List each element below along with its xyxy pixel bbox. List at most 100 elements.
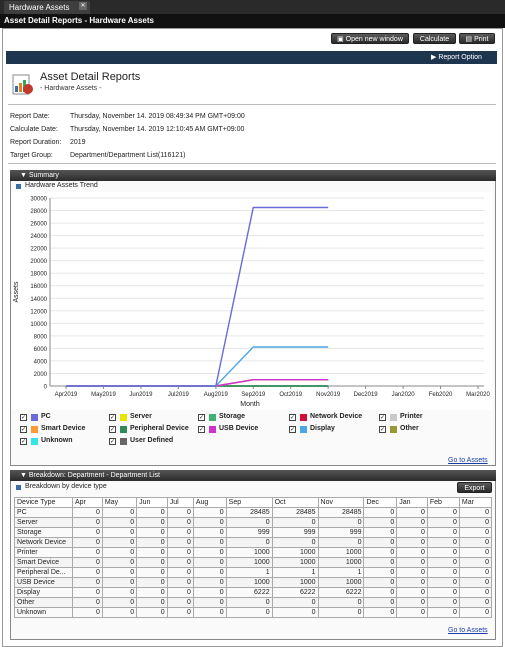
value-cell: 0 bbox=[192, 537, 227, 548]
value-cell: 0 bbox=[101, 607, 138, 618]
legend-label: Printer bbox=[400, 413, 423, 420]
legend-checkbox[interactable]: ✓ bbox=[109, 426, 116, 433]
close-icon[interactable]: ✕ bbox=[79, 2, 87, 10]
legend-item[interactable]: ✓ Network Device bbox=[289, 413, 377, 422]
column-header[interactable]: Device Type bbox=[14, 497, 73, 508]
calculate-button[interactable]: Calculate bbox=[413, 33, 456, 44]
legend-checkbox[interactable]: ✓ bbox=[289, 414, 296, 421]
legend-checkbox[interactable]: ✓ bbox=[109, 438, 116, 445]
legend-checkbox[interactable]: ✓ bbox=[289, 426, 296, 433]
value-cell: 0 bbox=[166, 607, 194, 618]
legend-label: Display bbox=[310, 425, 335, 432]
value-cell: 6222 bbox=[225, 587, 273, 598]
value-cell: 0 bbox=[192, 587, 227, 598]
value-cell: 0 bbox=[396, 507, 428, 518]
value-cell: 999 bbox=[225, 527, 273, 538]
value-cell: 0 bbox=[458, 567, 493, 578]
x-tick-label: Dec2019 bbox=[354, 392, 379, 398]
value-cell: 0 bbox=[136, 537, 168, 548]
column-header[interactable]: Jan bbox=[396, 497, 428, 508]
print-button[interactable]: ▤ Print bbox=[459, 33, 495, 44]
column-header[interactable]: Feb bbox=[426, 497, 460, 508]
legend-item[interactable]: ✓ Display bbox=[289, 425, 377, 434]
summary-header[interactable]: ▼ Summary bbox=[10, 170, 496, 181]
legend-checkbox[interactable]: ✓ bbox=[379, 414, 386, 421]
value-cell: 0 bbox=[426, 607, 460, 618]
column-header[interactable]: Jul bbox=[166, 497, 194, 508]
calculate-date-label: Calculate Date: bbox=[10, 126, 58, 133]
open-new-window-label: Open new window bbox=[345, 36, 403, 43]
legend-item[interactable]: ✓ Other bbox=[379, 425, 467, 434]
value-cell: 1 bbox=[271, 567, 319, 578]
value-cell: 0 bbox=[136, 517, 168, 528]
legend-item[interactable]: ✓ PC bbox=[20, 413, 108, 422]
table-row: USB Device 0 0 0 0 0 1000 1000 1000 0 0 0 0 bbox=[14, 577, 493, 588]
legend-checkbox[interactable]: ✓ bbox=[109, 414, 116, 421]
legend-item[interactable]: ✓ Unknown bbox=[20, 437, 108, 446]
column-header[interactable]: Nov bbox=[317, 497, 365, 508]
y-tick-label: 20000 bbox=[30, 259, 47, 265]
legend-label: Network Device bbox=[310, 413, 363, 420]
device-type-cell: Storage bbox=[14, 527, 73, 538]
column-header[interactable]: May bbox=[101, 497, 138, 508]
legend-checkbox[interactable]: ✓ bbox=[198, 426, 205, 433]
legend-item[interactable]: ✓ USB Device bbox=[198, 425, 286, 434]
value-cell: 0 bbox=[101, 587, 138, 598]
value-cell: 0 bbox=[101, 517, 138, 528]
value-cell: 28485 bbox=[225, 507, 273, 518]
value-cell: 0 bbox=[458, 557, 493, 568]
value-cell: 0 bbox=[317, 597, 365, 608]
value-cell: 0 bbox=[192, 557, 227, 568]
value-cell: 0 bbox=[363, 527, 398, 538]
breakdown-header[interactable]: ▼ Breakdown: Department - Department Lis… bbox=[10, 470, 496, 481]
table-row: Printer 0 0 0 0 0 1000 1000 1000 0 0 0 0 bbox=[14, 547, 493, 558]
report-duration-value: 2019 bbox=[70, 139, 86, 146]
legend-swatch bbox=[300, 414, 307, 421]
value-cell: 0 bbox=[136, 567, 168, 578]
table-row: Other 0 0 0 0 0 0 0 0 0 0 0 0 bbox=[14, 597, 493, 608]
legend-item[interactable]: ✓ Server bbox=[109, 413, 197, 422]
column-header[interactable]: Jun bbox=[136, 497, 168, 508]
column-header[interactable]: Dec bbox=[363, 497, 398, 508]
column-header[interactable]: Oct bbox=[271, 497, 319, 508]
column-header[interactable]: Aug bbox=[192, 497, 227, 508]
table-header-row: Device Type Apr May Jun Jul Aug Sep Oct Nov Dec Ja… bbox=[14, 497, 493, 508]
legend-checkbox[interactable]: ✓ bbox=[20, 426, 27, 433]
collapse-icon: ▼ bbox=[20, 472, 29, 479]
value-cell: 28485 bbox=[271, 507, 319, 518]
window-title: Asset Detail Reports - Hardware Assets bbox=[0, 14, 505, 28]
legend-item[interactable]: ✓ User Defined bbox=[109, 437, 197, 446]
go-to-assets-link[interactable]: Go to Assets bbox=[448, 457, 488, 464]
column-header[interactable]: Sep bbox=[225, 497, 273, 508]
x-tick-label: Feb2020 bbox=[429, 392, 453, 398]
open-new-window-button[interactable]: ▣ Open new window bbox=[331, 33, 409, 44]
y-axis-label: Assets bbox=[13, 281, 20, 303]
value-cell: 0 bbox=[101, 537, 138, 548]
value-cell: 28485 bbox=[317, 507, 365, 518]
value-cell: 0 bbox=[426, 547, 460, 558]
value-cell: 0 bbox=[317, 517, 365, 528]
go-to-assets-link[interactable]: Go to Assets bbox=[448, 627, 488, 634]
legend-checkbox[interactable]: ✓ bbox=[20, 414, 27, 421]
legend-item[interactable]: ✓ Peripheral Device bbox=[109, 425, 197, 434]
legend-checkbox[interactable]: ✓ bbox=[20, 438, 27, 445]
legend-checkbox[interactable]: ✓ bbox=[198, 414, 205, 421]
report-option-button[interactable]: ▶ Report Option bbox=[431, 52, 495, 63]
value-cell: 0 bbox=[426, 597, 460, 608]
legend-item[interactable]: ✓ Smart Device bbox=[20, 425, 108, 434]
legend-checkbox[interactable]: ✓ bbox=[379, 426, 386, 433]
tab-hardware-assets[interactable]: Hardware Assets bbox=[4, 1, 90, 14]
export-button[interactable]: Export bbox=[457, 482, 492, 493]
column-header[interactable]: Mar bbox=[458, 497, 493, 508]
value-cell: 0 bbox=[136, 597, 168, 608]
value-cell: 0 bbox=[136, 547, 168, 558]
legend-swatch bbox=[120, 426, 127, 433]
legend-item[interactable]: ✓ Printer bbox=[379, 413, 467, 422]
summary-header-label: Summary bbox=[28, 172, 59, 179]
report-date-value: Thursday, November 14. 2019 08:49:34 PM … bbox=[70, 113, 245, 120]
value-cell: 0 bbox=[101, 597, 138, 608]
value-cell: 0 bbox=[192, 507, 227, 518]
legend-item[interactable]: ✓ Storage bbox=[198, 413, 286, 422]
column-header[interactable]: Apr bbox=[72, 497, 103, 508]
device-type-cell: Printer bbox=[14, 547, 73, 558]
